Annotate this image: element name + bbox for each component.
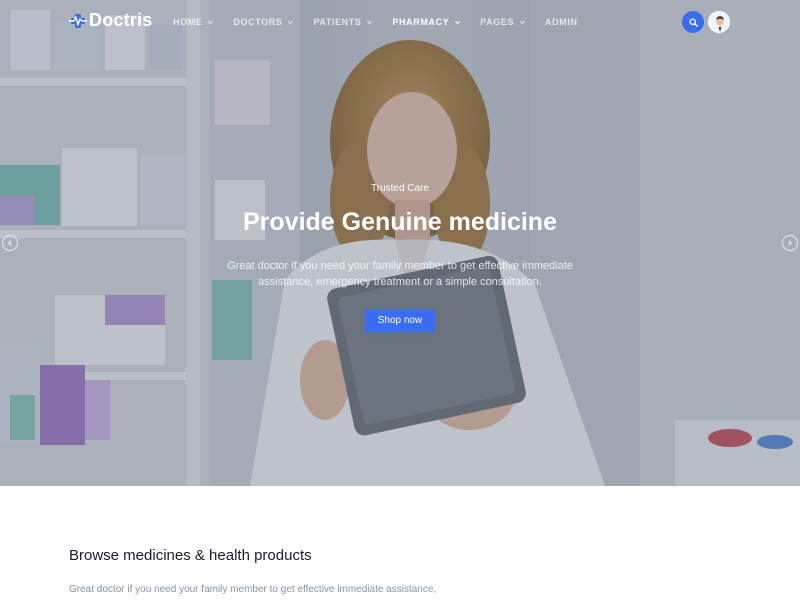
nav-item-label: PATIENTS (313, 17, 362, 27)
nav-item-label: PHARMACY (392, 17, 450, 27)
section-description: Great doctor if you need your family mem… (69, 584, 437, 595)
hero-title: Provide Genuine medicine (243, 208, 557, 236)
shop-now-button[interactable]: Shop now (365, 309, 435, 332)
hero-banner: Doctris HOME DOCTORS PATIENTS PHARMACY P… (0, 0, 800, 486)
doctor-avatar-icon (709, 12, 729, 32)
search-button[interactable] (682, 11, 704, 33)
nav-item-home[interactable]: HOME (173, 16, 214, 28)
hero-overlay (0, 0, 800, 486)
chevron-down-icon (288, 20, 294, 24)
section-title: Browse medicines & health products (69, 547, 312, 564)
user-avatar[interactable] (708, 11, 730, 33)
nav-item-patients[interactable]: PATIENTS (313, 16, 373, 28)
nav-item-label: DOCTORS (233, 17, 283, 27)
nav-item-doctors[interactable]: DOCTORS (233, 16, 294, 28)
nav-item-pharmacy[interactable]: PHARMACY (392, 16, 461, 28)
chevron-right-icon (788, 240, 792, 246)
hero-description: Great doctor if you need your family mem… (227, 260, 573, 288)
brand-logo[interactable]: Doctris (68, 10, 152, 31)
nav-item-label: PAGES (480, 17, 515, 27)
chevron-down-icon (520, 20, 526, 24)
nav-item-pages[interactable]: PAGES (480, 16, 526, 28)
nav-item-label: ADMIN (545, 17, 578, 27)
chevron-down-icon (455, 20, 461, 24)
search-icon (688, 17, 698, 27)
main-menu: HOME DOCTORS PATIENTS PHARMACY PAGES ADM… (173, 16, 597, 28)
chevron-down-icon (208, 20, 214, 24)
carousel-next-button[interactable] (782, 235, 798, 251)
chevron-down-icon (367, 20, 373, 24)
chevron-left-icon (8, 240, 12, 246)
brand-name: Doctris (89, 10, 153, 30)
nav-item-admin[interactable]: ADMIN (545, 16, 578, 28)
carousel-prev-button[interactable] (2, 235, 18, 251)
heartbeat-plus-icon (69, 13, 87, 28)
top-navigation: Doctris HOME DOCTORS PATIENTS PHARMACY P… (0, 0, 800, 44)
hero-eyebrow: Trusted Care (371, 183, 429, 194)
nav-item-label: HOME (173, 17, 203, 27)
